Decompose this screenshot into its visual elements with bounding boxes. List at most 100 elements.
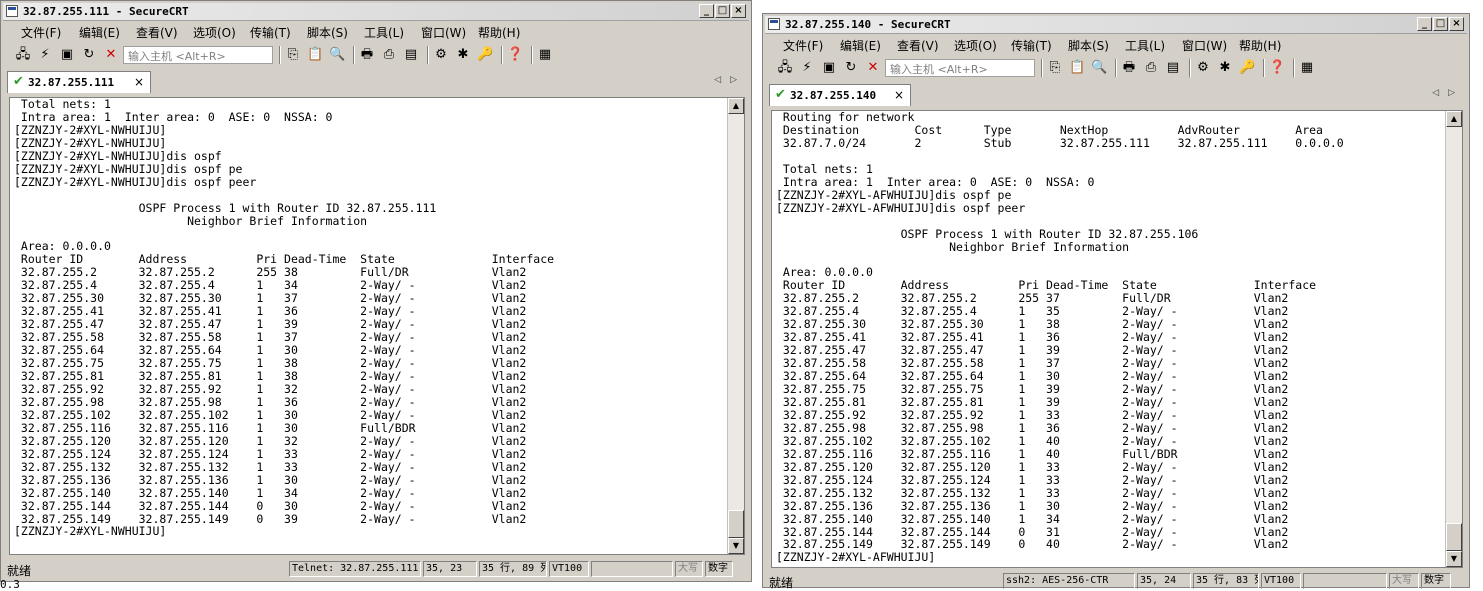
quick-connect-input[interactable]: 输入主机 <Alt+R> <box>123 46 273 64</box>
status-caps: 大写 <box>1389 573 1419 589</box>
status-caps: 大写 <box>675 561 703 577</box>
status-bar: 就绪 ssh2: AES-256-CTR 35, 24 35 行, 83 列 V… <box>765 571 1467 591</box>
menu-file[interactable]: 文件(F) <box>21 24 61 41</box>
securecrt-window-left: 32.87.255.111 - SecureCRT _ □ × 文件(F) 编辑… <box>0 0 752 582</box>
stray-text: 0.3 <box>0 578 20 591</box>
keymap-icon[interactable]: 🔑 <box>1239 60 1255 76</box>
tab-strip: ✔ 32.87.255.111 × ◁ ▷ <box>3 69 749 93</box>
menu-edit[interactable]: 编辑(E) <box>840 37 881 54</box>
title-bar[interactable]: 32.87.255.140 - SecureCRT _ □ × <box>765 16 1467 34</box>
title-bar[interactable]: 32.87.255.111 - SecureCRT _ □ × <box>3 3 749 21</box>
close-icon[interactable]: × <box>1449 17 1464 31</box>
print-setup-icon[interactable]: ⎙ <box>1143 60 1159 76</box>
tab-prev-icon[interactable]: ◁ <box>714 75 721 85</box>
status-cursor: 35, 23 <box>423 561 477 577</box>
help-icon[interactable]: ❓ <box>507 47 523 63</box>
copy-icon[interactable]: ⎘ <box>1047 60 1063 76</box>
sftp-icon[interactable]: ▦ <box>537 47 553 63</box>
menu-view[interactable]: 查看(V) <box>136 24 178 41</box>
quick-connect-icon[interactable]: ⚡ <box>799 60 815 76</box>
scroll-down-icon[interactable]: ▼ <box>728 538 744 554</box>
connected-check-icon: ✔ <box>775 87 786 102</box>
scroll-up-icon[interactable]: ▲ <box>1446 111 1462 127</box>
maximize-icon[interactable]: □ <box>715 4 730 18</box>
print-screen-icon[interactable]: ▤ <box>1165 60 1181 76</box>
minimize-icon[interactable]: _ <box>1417 17 1432 31</box>
menu-transfer[interactable]: 传输(T) <box>250 24 291 41</box>
tab-prev-icon[interactable]: ◁ <box>1432 88 1439 98</box>
menu-script[interactable]: 脚本(S) <box>1068 37 1109 54</box>
toolbar-separator <box>501 46 503 64</box>
connect-icon[interactable]: 🖧 <box>777 60 793 76</box>
print-setup-icon[interactable]: ⎙ <box>381 47 397 63</box>
maximize-icon[interactable]: □ <box>1433 17 1448 31</box>
connect-icon[interactable]: 🖧 <box>15 47 31 63</box>
terminal-output: Total nets: 1 Intra area: 1 Inter area: … <box>14 97 555 539</box>
keymap-icon[interactable]: 🔑 <box>477 47 493 63</box>
tab-close-icon[interactable]: × <box>894 88 904 102</box>
menu-help[interactable]: 帮助(H) <box>478 24 520 41</box>
app-icon <box>6 5 18 17</box>
disconnect-icon[interactable]: ✕ <box>865 60 881 76</box>
menu-tools[interactable]: 工具(L) <box>1125 37 1165 54</box>
menu-edit[interactable]: 编辑(E) <box>79 24 120 41</box>
copy-icon[interactable]: ⎘ <box>285 47 301 63</box>
tab-close-icon[interactable]: × <box>134 75 144 89</box>
menu-help[interactable]: 帮助(H) <box>1239 37 1281 54</box>
quick-connect-input[interactable]: 输入主机 <Alt+R> <box>885 59 1035 77</box>
print-icon[interactable]: 🖶 <box>359 47 375 63</box>
tab-strip: ✔ 32.87.255.140 × ◁ ▷ <box>765 82 1467 106</box>
tab-next-icon[interactable]: ▷ <box>1448 88 1455 98</box>
tab-next-icon[interactable]: ▷ <box>730 75 737 85</box>
find-icon[interactable]: 🔍 <box>329 47 345 63</box>
paste-icon[interactable]: 📋 <box>1069 60 1085 76</box>
scroll-thumb[interactable] <box>1446 523 1462 551</box>
status-connection: ssh2: AES-256-CTR <box>1003 573 1135 589</box>
print-icon[interactable]: 🖶 <box>1121 60 1137 76</box>
menu-transfer[interactable]: 传输(T) <box>1011 37 1052 54</box>
terminal-view[interactable]: Routing for network Destination Cost Typ… <box>771 110 1463 568</box>
vertical-scrollbar[interactable]: ▲ ▼ <box>727 98 744 554</box>
menu-tools[interactable]: 工具(L) <box>364 24 404 41</box>
status-blank <box>591 561 673 577</box>
toolbar-separator <box>1115 59 1117 77</box>
status-terminal-type: VT100 <box>549 561 589 577</box>
menu-window[interactable]: 窗口(W) <box>1182 37 1227 54</box>
menu-options[interactable]: 选项(O) <box>193 24 236 41</box>
global-options-icon[interactable]: ✱ <box>1217 60 1233 76</box>
app-icon <box>768 18 780 30</box>
menu-options[interactable]: 选项(O) <box>954 37 997 54</box>
scroll-down-icon[interactable]: ▼ <box>1446 551 1462 567</box>
paste-icon[interactable]: 📋 <box>307 47 323 63</box>
find-icon[interactable]: 🔍 <box>1091 60 1107 76</box>
global-options-icon[interactable]: ✱ <box>455 47 471 63</box>
menu-window[interactable]: 窗口(W) <box>421 24 466 41</box>
close-icon[interactable]: × <box>731 4 746 18</box>
disconnect-icon[interactable]: ✕ <box>103 47 119 63</box>
terminal-view[interactable]: Total nets: 1 Intra area: 1 Inter area: … <box>9 97 745 555</box>
status-ready: 就绪 <box>769 576 794 590</box>
menu-view[interactable]: 查看(V) <box>897 37 939 54</box>
reconnect-icon[interactable]: ↻ <box>843 60 859 76</box>
minimize-icon[interactable]: _ <box>699 4 714 18</box>
help-icon[interactable]: ❓ <box>1269 60 1285 76</box>
connect-tab-icon[interactable]: ▣ <box>821 60 837 76</box>
session-tab[interactable]: ✔ 32.87.255.140 × <box>769 84 911 106</box>
menu-script[interactable]: 脚本(S) <box>307 24 348 41</box>
print-screen-icon[interactable]: ▤ <box>403 47 419 63</box>
scroll-up-icon[interactable]: ▲ <box>728 98 744 114</box>
reconnect-icon[interactable]: ↻ <box>81 47 97 63</box>
status-ready: 就绪 <box>7 564 32 578</box>
status-blank <box>1303 573 1387 589</box>
session-tab[interactable]: ✔ 32.87.255.111 × <box>7 71 151 93</box>
scroll-thumb[interactable] <box>728 510 744 538</box>
vertical-scrollbar[interactable]: ▲ ▼ <box>1445 111 1462 567</box>
connect-tab-icon[interactable]: ▣ <box>59 47 75 63</box>
status-bar: 就绪 Telnet: 32.87.255.111 35, 23 35 行, 89… <box>3 559 749 579</box>
menu-file[interactable]: 文件(F) <box>783 37 823 54</box>
session-options-icon[interactable]: ⚙ <box>433 47 449 63</box>
toolbar-separator <box>427 46 429 64</box>
quick-connect-icon[interactable]: ⚡ <box>37 47 53 63</box>
session-options-icon[interactable]: ⚙ <box>1195 60 1211 76</box>
sftp-icon[interactable]: ▦ <box>1299 60 1315 76</box>
